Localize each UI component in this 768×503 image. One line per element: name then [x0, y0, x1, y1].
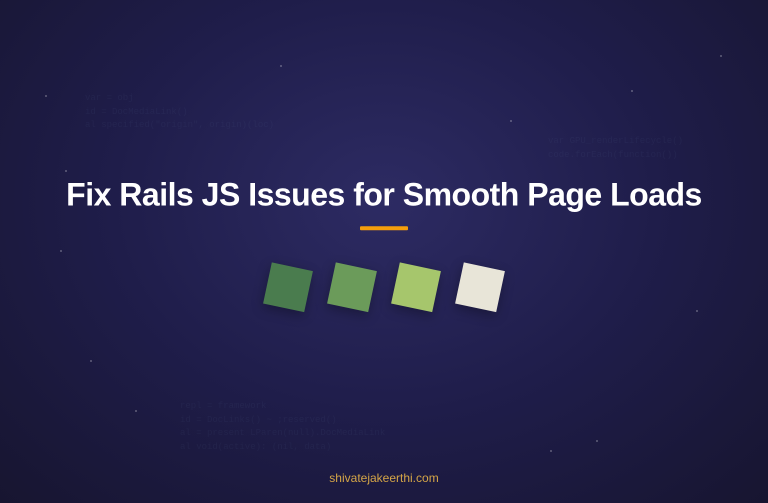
bg-particle	[720, 55, 722, 57]
bg-particle	[596, 440, 598, 442]
bg-particle	[65, 170, 67, 172]
bg-particle	[45, 95, 47, 97]
bg-particle	[135, 410, 137, 412]
title-underline	[360, 226, 408, 230]
decorative-square	[263, 262, 313, 312]
hero-content: Fix Rails JS Issues for Smooth Page Load…	[0, 174, 768, 308]
bg-particle	[550, 450, 552, 452]
bg-particle	[90, 360, 92, 362]
background-code-snippet: var = obj id = DocMediaLink() al specifi…	[85, 92, 274, 133]
page-title: Fix Rails JS Issues for Smooth Page Load…	[40, 174, 728, 214]
decorative-square	[391, 262, 441, 312]
bg-particle	[696, 310, 698, 312]
bg-particle	[280, 65, 282, 67]
footer-site-name: shivatejakeerthi.com	[329, 471, 438, 485]
background-code-snippet: var GPU_renderLifecycle() code.forEach(f…	[548, 135, 683, 162]
bg-particle	[631, 90, 633, 92]
decorative-squares	[40, 266, 728, 308]
decorative-square	[455, 262, 505, 312]
bg-particle	[510, 120, 512, 122]
background-code-snippet: repl = framework id = DocLinks() ~ ;rese…	[180, 400, 385, 454]
decorative-square	[327, 262, 377, 312]
